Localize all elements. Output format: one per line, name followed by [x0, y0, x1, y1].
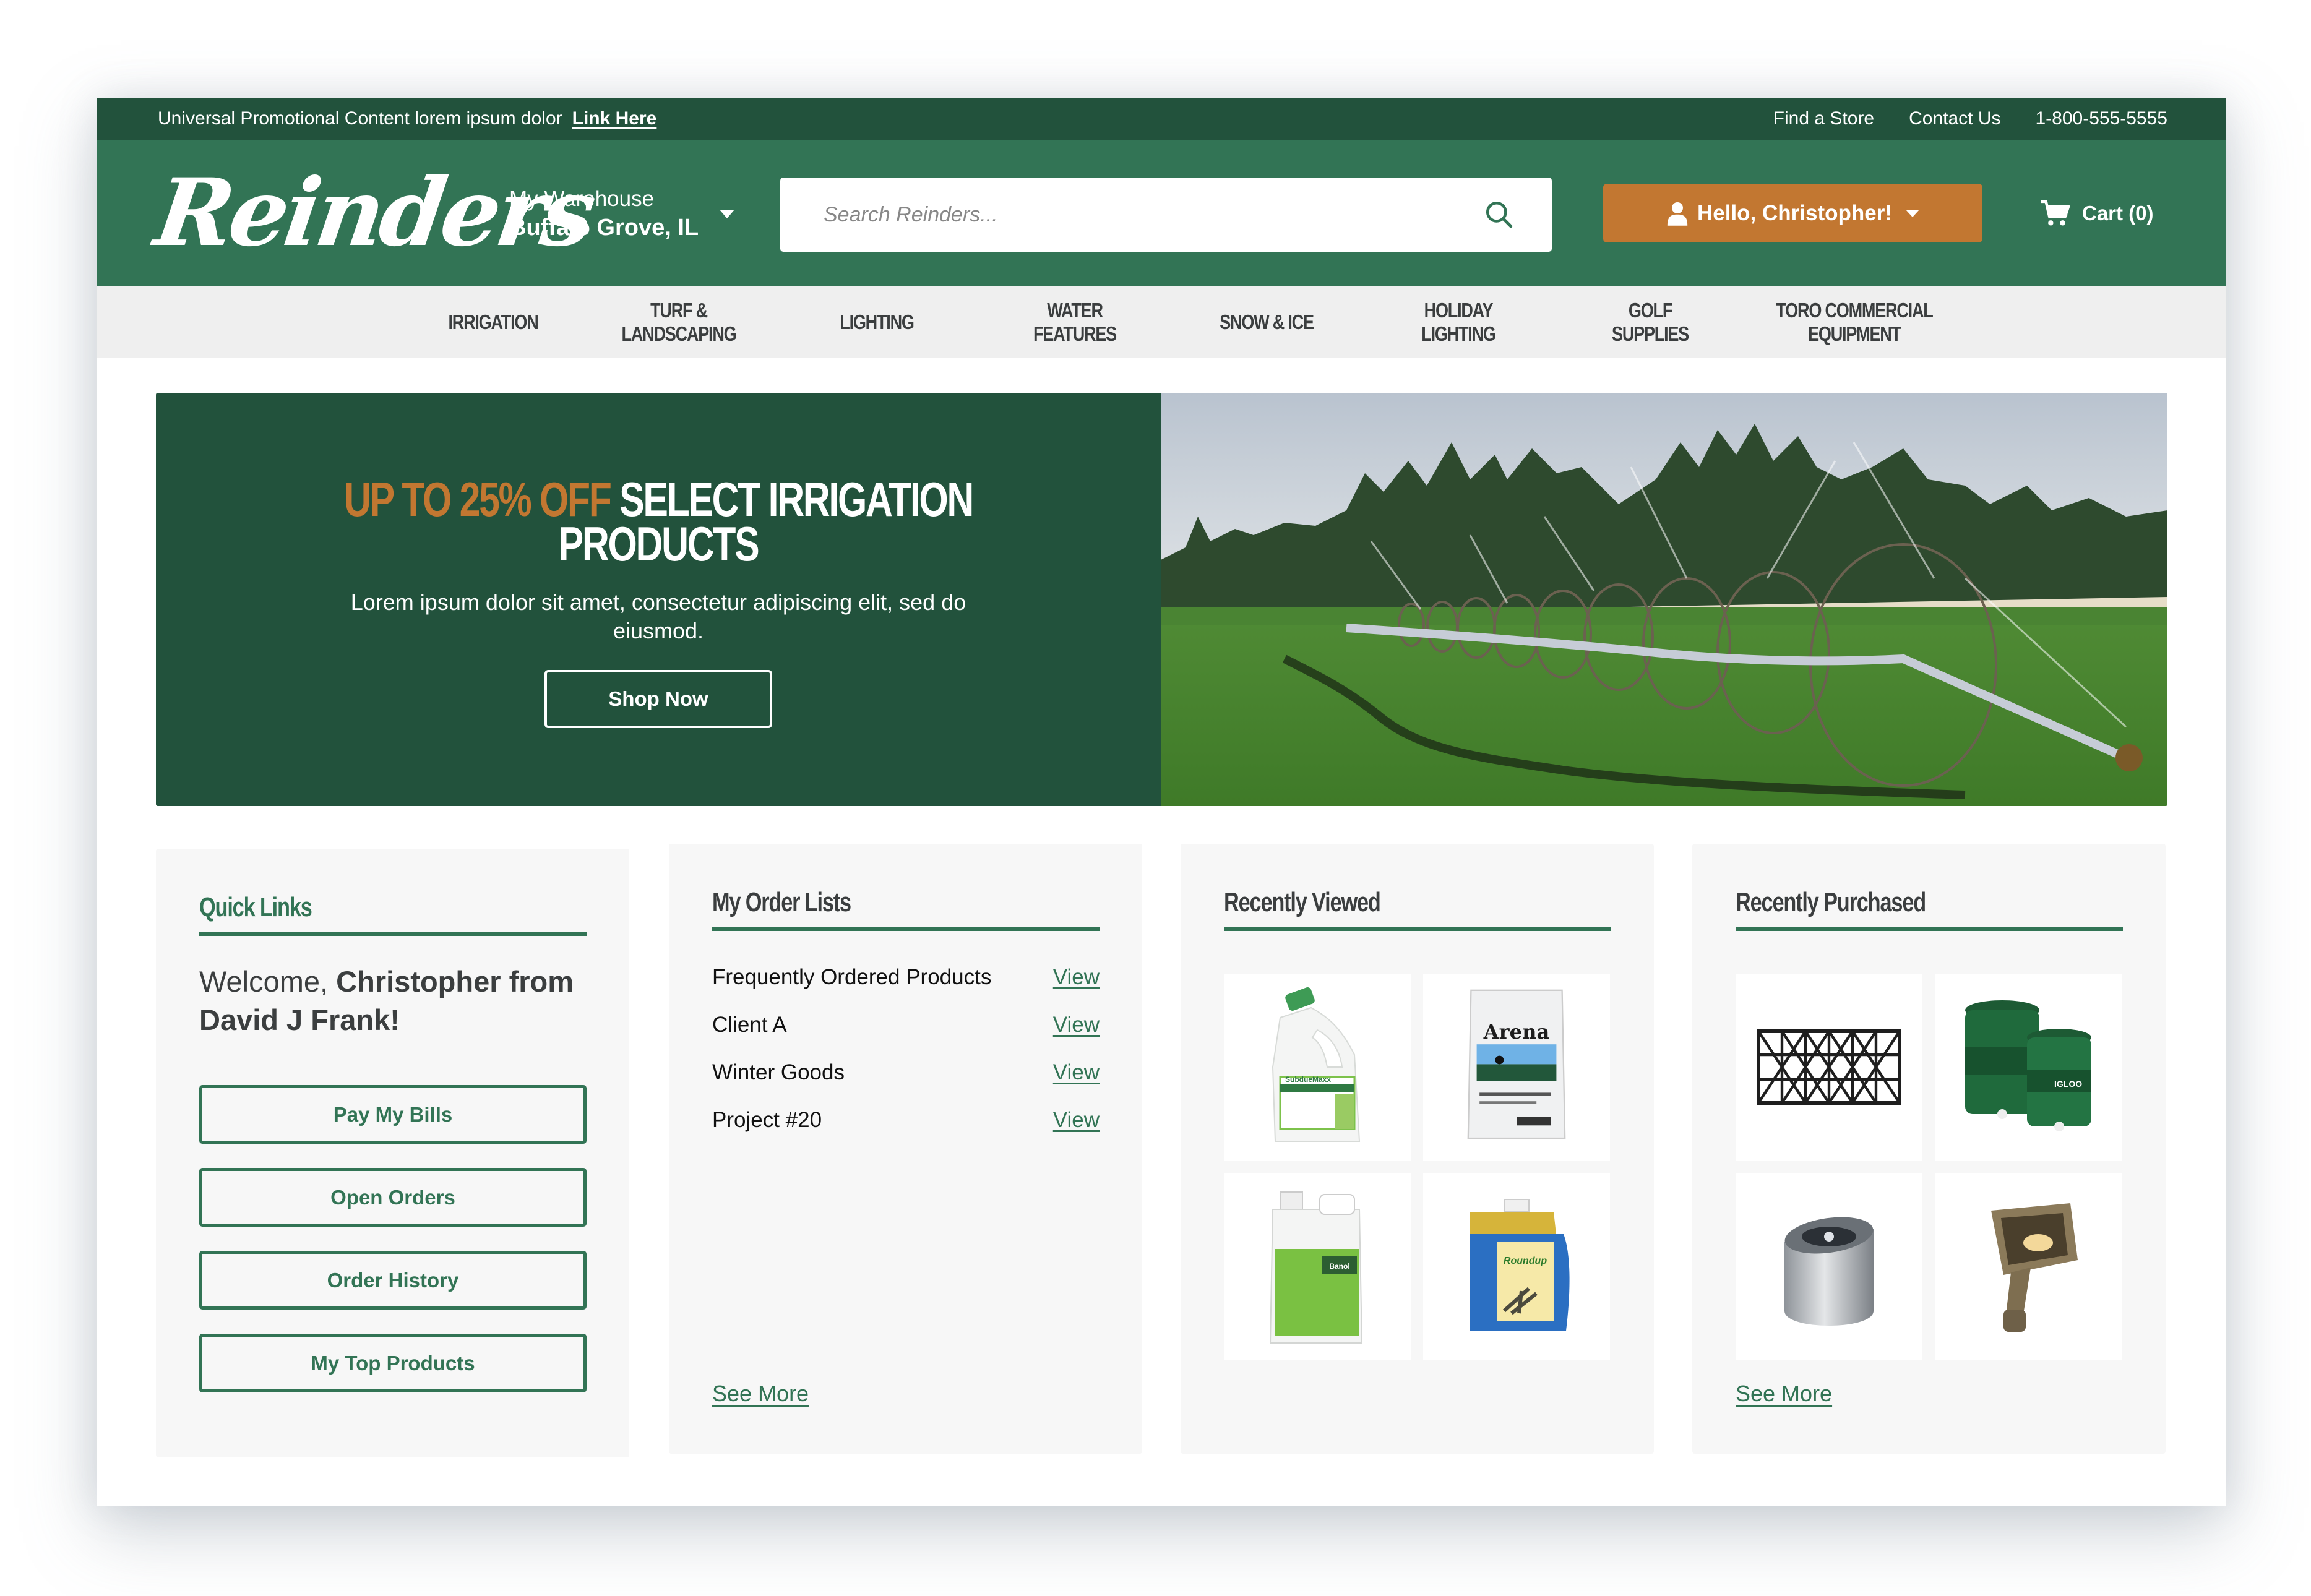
turf-grid-panel-image [1757, 1029, 1901, 1105]
view-link[interactable]: View [1053, 965, 1100, 990]
product-tile[interactable]: IGLOO [1935, 974, 2122, 1161]
view-link[interactable]: View [1053, 1013, 1100, 1037]
nav-item-snow-ice[interactable]: SNOW & ICE [1200, 286, 1332, 358]
divider [1736, 927, 2123, 931]
chevron-down-icon [1906, 209, 1920, 217]
order-list-name: Client A [712, 1013, 787, 1037]
svg-text:SubdueMaxx: SubdueMaxx [1285, 1075, 1331, 1084]
nav-item-toro-commercial-equipment[interactable]: TORO COMMERCIAL EQUIPMENT [1753, 286, 1956, 358]
promo-link[interactable]: Link Here [572, 108, 657, 129]
phone-number-link[interactable]: 1-800-555-5555 [2035, 108, 2167, 129]
roundup-jug-image: Roundup [1470, 1199, 1570, 1331]
product-tile[interactable] [1736, 1173, 1922, 1360]
order-list-name: Project #20 [712, 1108, 822, 1132]
see-more-link[interactable]: See More [1736, 1381, 1832, 1407]
divider [712, 927, 1100, 931]
promo-bar: Universal Promotional Content lorem ipsu… [97, 98, 2226, 140]
recently-viewed-card: Recently Viewed SubdueMaxx Arena Banol R… [1181, 844, 1654, 1454]
open-orders-button[interactable]: Open Orders [199, 1168, 587, 1227]
hero-banner: UP TO 25% OFF SELECT IRRIGATION PRODUCTS… [156, 393, 2167, 806]
warehouse-value: Buffalo Grove, IL [509, 215, 699, 241]
order-list-name: Winter Goods [712, 1060, 845, 1084]
search-icon[interactable] [1484, 199, 1515, 230]
flood-light-image [1991, 1203, 2078, 1332]
view-link[interactable]: View [1053, 1108, 1100, 1133]
nav-item-turf-landscaping[interactable]: TURF & LANDSCAPING [603, 286, 755, 358]
see-more-link[interactable]: See More [712, 1381, 809, 1407]
chevron-down-icon [720, 210, 735, 218]
nav-item-water-features[interactable]: WATER FEATURES [1009, 286, 1140, 358]
list-item: Winter Goods View [712, 1060, 1100, 1085]
product-tile[interactable]: Banol [1224, 1173, 1411, 1360]
order-history-button[interactable]: Order History [199, 1251, 587, 1310]
quick-links-title: Quick Links [199, 892, 312, 922]
view-link[interactable]: View [1053, 1060, 1100, 1085]
svg-text:IGLOO: IGLOO [2054, 1079, 2082, 1089]
hero-title: UP TO 25% OFF SELECT IRRIGATION PRODUCTS [296, 475, 1020, 568]
account-menu-button[interactable]: Hello, Christopher! [1603, 184, 1982, 242]
divider [1224, 927, 1611, 931]
user-icon [1667, 202, 1688, 226]
hero-title-rest: SELECT IRRIGATION PRODUCTS [558, 472, 975, 571]
welcome-message: Welcome, Christopher from David J Frank! [199, 963, 595, 1039]
quick-links-card: Quick Links Welcome, Christopher from Da… [156, 849, 629, 1457]
hero-image [1161, 393, 2167, 806]
nav-item-golf-supplies[interactable]: GOLF SUPPLIES [1584, 286, 1716, 358]
my-top-products-button[interactable]: My Top Products [199, 1334, 587, 1392]
warehouse-selector[interactable]: My Warehouse Buffalo Grove, IL [509, 186, 735, 242]
order-list-name: Frequently Ordered Products [712, 965, 992, 989]
recently-viewed-title: Recently Viewed [1224, 887, 1381, 917]
reinders-logo[interactable]: Reinders [149, 158, 599, 267]
subdue-maxx-jug-image: SubdueMaxx [1272, 987, 1361, 1142]
divider [199, 932, 587, 936]
nav-item-holiday-lighting[interactable]: HOLIDAY LIGHTING [1392, 286, 1524, 358]
order-lists-card: My Order Lists Frequently Ordered Produc… [669, 844, 1142, 1454]
search-input[interactable] [824, 202, 1380, 227]
list-item: Project #20 View [712, 1108, 1100, 1133]
product-tile[interactable]: Arena [1423, 974, 1610, 1161]
svg-text:Roundup: Roundup [1504, 1256, 1547, 1266]
shop-now-button[interactable]: Shop Now [544, 670, 772, 728]
product-tile[interactable] [1935, 1173, 2122, 1360]
browser-page: Universal Promotional Content lorem ipsu… [97, 98, 2226, 1506]
banol-jug-image: Banol [1269, 1191, 1363, 1344]
pay-my-bills-button[interactable]: Pay My Bills [199, 1085, 587, 1144]
list-item: Frequently Ordered Products View [712, 965, 1100, 990]
hero-content: UP TO 25% OFF SELECT IRRIGATION PRODUCTS… [156, 393, 1161, 806]
arena-bag-image: Arena [1467, 989, 1566, 1139]
utility-links: Find a Store Contact Us 1-800-555-5555 [1773, 108, 2167, 129]
product-tile[interactable] [1736, 974, 1922, 1161]
welcome-prefix: Welcome, [199, 965, 329, 998]
product-tile[interactable]: SubdueMaxx [1224, 974, 1411, 1161]
order-lists-title: My Order Lists [712, 887, 851, 917]
cart-button[interactable]: Cart (0) [2040, 199, 2154, 228]
user-greeting: Hello, Christopher! [1697, 200, 1893, 225]
contact-us-link[interactable]: Contact Us [1909, 108, 2000, 129]
search-bar [780, 178, 1552, 252]
recently-purchased-card: Recently Purchased IGLOO See More [1692, 844, 2166, 1454]
nav-item-irrigation[interactable]: IRRIGATION [433, 286, 554, 358]
category-nav: IRRIGATION TURF & LANDSCAPING LIGHTING W… [97, 286, 2226, 358]
warehouse-label: My Warehouse [509, 187, 655, 211]
list-item: Client A View [712, 1013, 1100, 1037]
well-light-image [1784, 1217, 1874, 1326]
hero-subtitle: Lorem ipsum dolor sit amet, consectetur … [350, 590, 966, 643]
igloo-coolers-image: IGLOO [1965, 1000, 2091, 1131]
nav-item-lighting[interactable]: LIGHTING [816, 286, 938, 358]
svg-text:Arena: Arena [1483, 1020, 1550, 1044]
svg-text:Banol: Banol [1329, 1262, 1349, 1271]
promo-text: Universal Promotional Content lorem ipsu… [158, 108, 562, 129]
cart-label: Cart (0) [2082, 202, 2154, 225]
promo-message: Universal Promotional Content lorem ipsu… [158, 108, 656, 129]
site-header: Reinders My Warehouse Buffalo Grove, IL … [97, 140, 2226, 286]
recently-purchased-title: Recently Purchased [1736, 887, 1926, 917]
find-a-store-link[interactable]: Find a Store [1773, 108, 1874, 129]
cart-icon [2041, 200, 2070, 226]
product-tile[interactable]: Roundup [1423, 1173, 1610, 1360]
